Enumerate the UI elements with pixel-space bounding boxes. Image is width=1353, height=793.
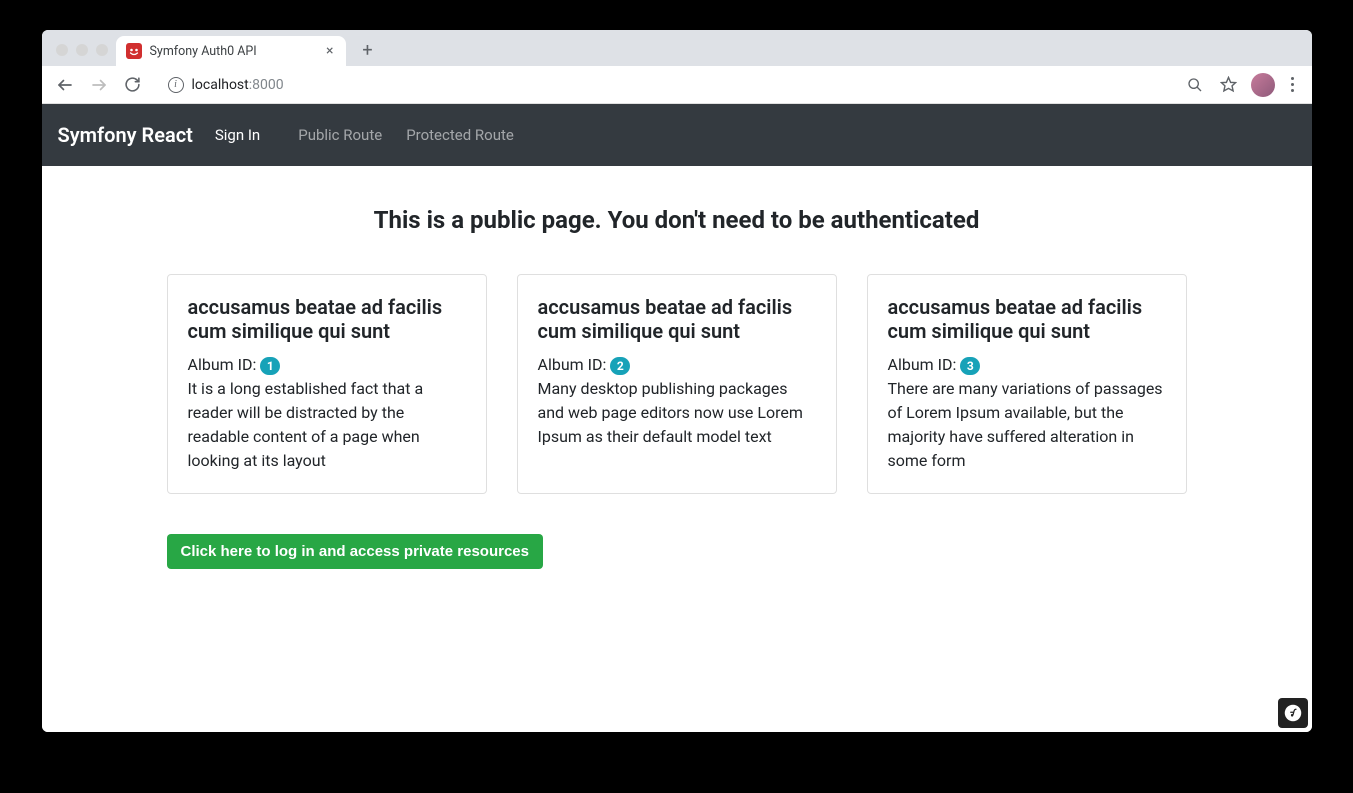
brand[interactable]: Symfony React: [58, 123, 193, 147]
album-id-label: Album ID: 1: [188, 355, 466, 375]
card-description: Many desktop publishing packages and web…: [538, 377, 816, 449]
album-id-label-text: Album ID:: [538, 355, 611, 374]
card-row: accusamus beatae ad facilis cum similiqu…: [42, 274, 1312, 494]
profile-avatar[interactable]: [1251, 73, 1275, 97]
album-id-badge: 3: [960, 357, 980, 375]
public-route-link[interactable]: Public Route: [290, 120, 390, 150]
album-id-label: Album ID: 2: [538, 355, 816, 375]
toolbar-right: [1183, 73, 1304, 97]
card-description: It is a long established fact that a rea…: [188, 377, 466, 473]
tab-bar: Symfony Auth0 API × +: [42, 30, 1312, 66]
album-id-badge: 1: [260, 357, 280, 375]
browser-window: Symfony Auth0 API × + i localhost:8000: [42, 30, 1312, 732]
card-description: There are many variations of passages of…: [888, 377, 1166, 473]
browser-menu-icon[interactable]: [1285, 77, 1300, 92]
browser-toolbar: i localhost:8000: [42, 66, 1312, 104]
bookmark-star-icon[interactable]: [1217, 73, 1241, 97]
maximize-window-icon[interactable]: [96, 44, 108, 56]
address-bar[interactable]: i localhost:8000: [158, 71, 1173, 99]
album-id-label-text: Album ID:: [188, 355, 261, 374]
new-tab-button[interactable]: +: [354, 36, 382, 64]
album-id-label: Album ID: 3: [888, 355, 1166, 375]
sign-in-link[interactable]: Sign In: [207, 120, 268, 150]
minimize-window-icon[interactable]: [76, 44, 88, 56]
url-port: :8000: [249, 77, 284, 93]
tab-favicon-icon: [126, 43, 142, 59]
close-window-icon[interactable]: [56, 44, 68, 56]
zoom-icon[interactable]: [1183, 73, 1207, 97]
album-id-label-text: Album ID:: [888, 355, 961, 374]
app-navbar: Symfony React Sign In Public Route Prote…: [42, 104, 1312, 166]
browser-tab[interactable]: Symfony Auth0 API ×: [116, 36, 346, 66]
window-controls: [52, 44, 116, 66]
reload-button[interactable]: [118, 70, 148, 100]
site-info-icon[interactable]: i: [168, 77, 184, 93]
protected-route-link[interactable]: Protected Route: [398, 120, 522, 150]
login-button[interactable]: Click here to log in and access private …: [167, 534, 543, 569]
card-title: accusamus beatae ad facilis cum similiqu…: [888, 295, 1166, 343]
page-title: This is a public page. You don't need to…: [42, 206, 1312, 234]
url-text: localhost:8000: [192, 77, 284, 93]
album-card: accusamus beatae ad facilis cum similiqu…: [867, 274, 1187, 494]
album-card: accusamus beatae ad facilis cum similiqu…: [167, 274, 487, 494]
nav-links: Public Route Protected Route: [290, 120, 522, 150]
forward-button[interactable]: [84, 70, 114, 100]
close-tab-icon[interactable]: ×: [324, 43, 335, 59]
album-id-badge: 2: [610, 357, 630, 375]
symfony-debug-icon[interactable]: [1278, 698, 1308, 728]
back-button[interactable]: [50, 70, 80, 100]
url-host: localhost: [192, 77, 249, 93]
album-card: accusamus beatae ad facilis cum similiqu…: [517, 274, 837, 494]
main-content: This is a public page. You don't need to…: [42, 166, 1312, 589]
card-title: accusamus beatae ad facilis cum similiqu…: [538, 295, 816, 343]
card-title: accusamus beatae ad facilis cum similiqu…: [188, 295, 466, 343]
tab-title: Symfony Auth0 API: [150, 44, 317, 59]
page-content: Symfony React Sign In Public Route Prote…: [42, 104, 1312, 732]
